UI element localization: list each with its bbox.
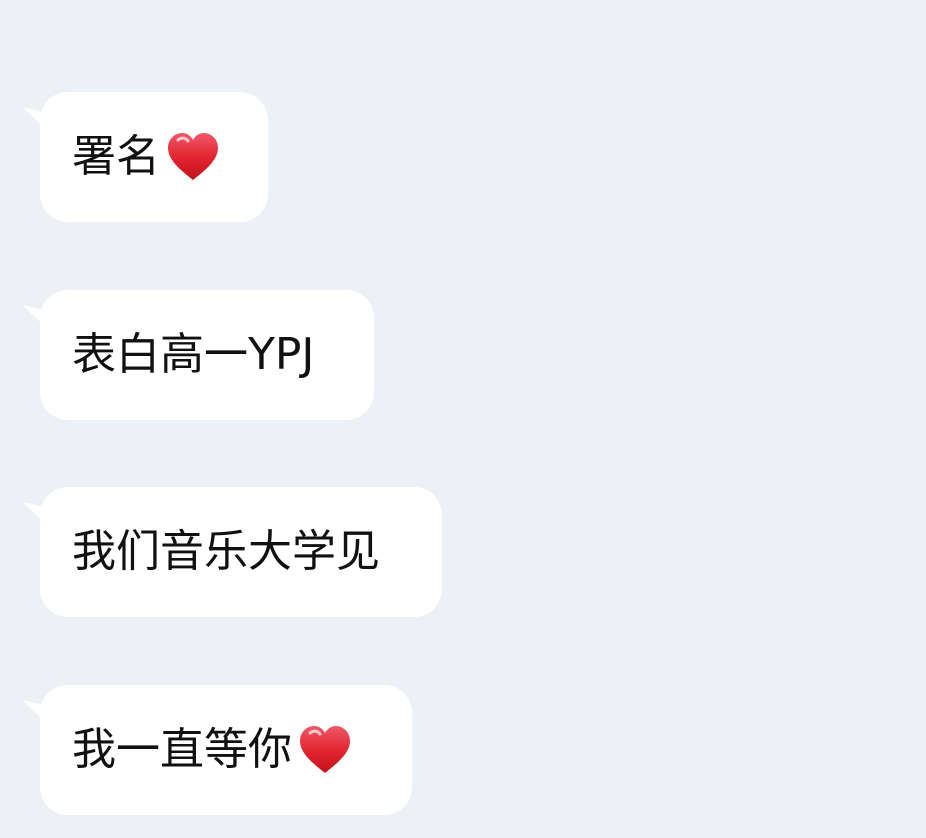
message-text: 我们音乐大学见 (72, 526, 380, 577)
chat-area: 署名 表白高一YPJ 我们音乐大学见 我一直等你 (0, 0, 926, 838)
message-bubble-3[interactable]: 我们音乐大学见 (40, 487, 442, 617)
message-text: 表白高一YPJ (72, 329, 315, 380)
message-bubble-1[interactable]: 署名 (40, 92, 268, 222)
heart-icon (298, 725, 352, 775)
message-bubble-4[interactable]: 我一直等你 (40, 685, 412, 815)
message-text: 我一直等你 (72, 724, 292, 775)
message-bubble-2[interactable]: 表白高一YPJ (40, 290, 374, 420)
message-text: 署名 (72, 131, 160, 182)
heart-icon (166, 132, 220, 182)
